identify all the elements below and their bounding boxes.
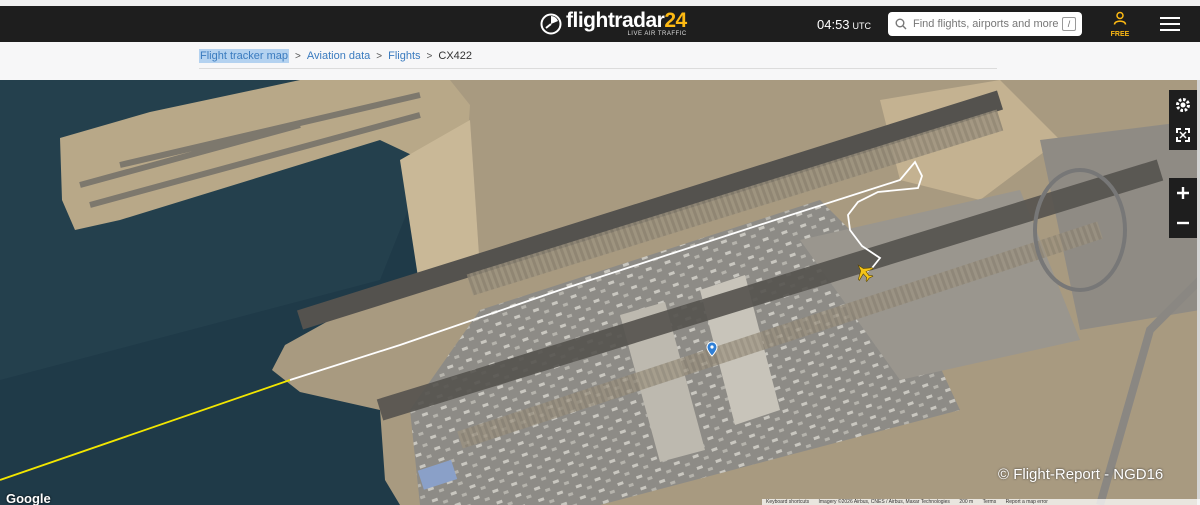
- menu-icon-bar: [1160, 23, 1180, 25]
- breadcrumb-separator: >: [376, 50, 383, 62]
- settings-icon: [1176, 98, 1190, 112]
- map-scale[interactable]: 200 m: [959, 499, 973, 505]
- imagery-credit: Imagery ©2026 Airbus, CNES / Airbus, Max…: [818, 499, 950, 505]
- fullscreen-icon: [1176, 128, 1190, 142]
- search-icon: [895, 18, 907, 30]
- user-plan-label: FREE: [1110, 31, 1130, 38]
- report-map-error-link[interactable]: Report a map error: [1006, 499, 1048, 505]
- keyboard-shortcut-hint: /: [1062, 17, 1076, 31]
- radar-logo-icon: [540, 13, 562, 35]
- map-attribution-bar: Keyboard shortcuts Imagery ©2026 Airbus,…: [762, 499, 1200, 505]
- breadcrumb: Flight tracker map > Aviation data > Fli…: [199, 49, 472, 63]
- google-logo: Google: [6, 491, 51, 505]
- clock-timezone: UTC: [852, 21, 872, 31]
- hamburger-menu-button[interactable]: [1160, 17, 1180, 33]
- fullscreen-button[interactable]: [1169, 120, 1197, 150]
- user-account-button[interactable]: FREE: [1105, 11, 1135, 43]
- breadcrumb-separator: >: [426, 50, 433, 62]
- zoom-out-icon: [1177, 221, 1189, 225]
- logo-wordmark: flightradar24: [566, 9, 687, 32]
- keyboard-shortcuts-link[interactable]: Keyboard shortcuts: [766, 499, 809, 505]
- breadcrumb-flights[interactable]: Flights: [388, 50, 420, 62]
- flightradar24-logo[interactable]: flightradar24 LIVE AIR TRAFFIC: [540, 10, 687, 42]
- flight-map[interactable]: Google © Flight-Report - NGD16 Keyboard …: [0, 80, 1200, 505]
- breadcrumb-divider: [199, 68, 997, 69]
- search-input[interactable]: [913, 18, 1063, 30]
- map-settings-button[interactable]: [1169, 90, 1197, 120]
- top-navigation-bar: flightradar24 LIVE AIR TRAFFIC 04:53 UTC …: [0, 0, 1200, 42]
- breadcrumb-flight-tracker-map[interactable]: Flight tracker map: [199, 49, 290, 63]
- satellite-map-imagery[interactable]: [0, 80, 1200, 505]
- breadcrumb-current-flight: CX422: [438, 50, 473, 62]
- breadcrumb-bar: Flight tracker map > Aviation data > Fli…: [0, 42, 1200, 80]
- utc-clock: 04:53 UTC: [817, 17, 871, 32]
- breadcrumb-aviation-data[interactable]: Aviation data: [307, 50, 370, 62]
- breadcrumb-separator: >: [295, 50, 301, 62]
- user-icon: [1113, 11, 1127, 25]
- menu-icon-bar: [1160, 29, 1180, 31]
- photo-watermark: © Flight-Report - NGD16: [998, 466, 1164, 483]
- menu-icon-bar: [1160, 17, 1180, 19]
- zoom-in-button[interactable]: [1169, 178, 1197, 208]
- clock-time: 04:53: [817, 17, 850, 32]
- search-box[interactable]: /: [888, 12, 1082, 36]
- zoom-in-icon: [1177, 187, 1189, 199]
- terms-link[interactable]: Terms: [983, 499, 997, 505]
- zoom-out-button[interactable]: [1169, 208, 1197, 238]
